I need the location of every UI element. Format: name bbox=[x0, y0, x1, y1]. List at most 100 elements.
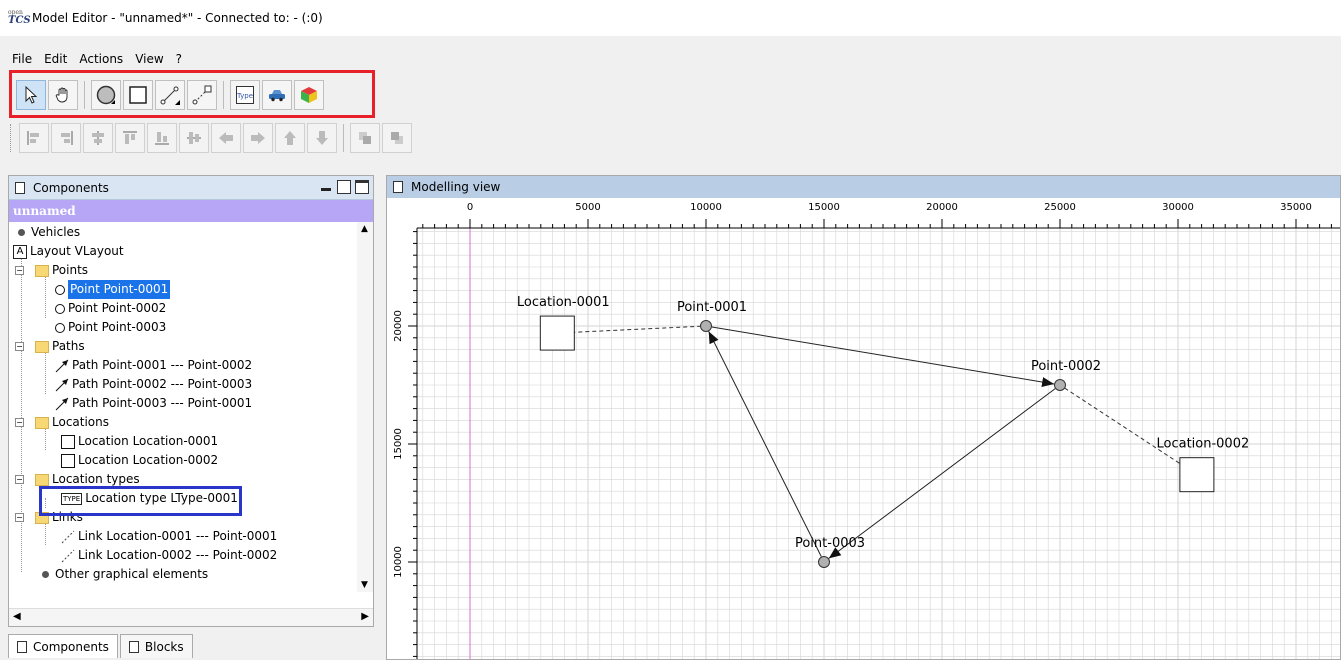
location-label: Location-0002 bbox=[1156, 437, 1249, 452]
collapse-icon[interactable]: − bbox=[15, 513, 24, 522]
title-bar: open TCS Model Editor - "unnamed*" - Conn… bbox=[0, 0, 1341, 36]
path-arrow-icon bbox=[55, 378, 69, 391]
sheet-icon bbox=[393, 181, 403, 193]
path-arrow-icon bbox=[55, 397, 69, 410]
location-square bbox=[539, 315, 575, 351]
folder-icon bbox=[35, 416, 49, 429]
folder-icon bbox=[35, 340, 49, 353]
app-logo: open TCS bbox=[8, 9, 31, 26]
menu-bar: File Edit Actions View ? bbox=[0, 50, 189, 68]
align-center-horizontal-icon bbox=[187, 132, 201, 144]
align-top-icon bbox=[123, 131, 137, 144]
point-label: Point-0002 bbox=[1031, 359, 1101, 374]
arrow-right-icon bbox=[251, 132, 265, 144]
panel-tabs: Components Blocks bbox=[8, 634, 193, 658]
drawing-canvas-area[interactable]: 0 5000 10000 15000 20000 25000 30000 35000 20000… bbox=[387, 198, 1341, 660]
tree-other-elements[interactable]: Other graphical elements bbox=[39, 565, 208, 584]
send-to-back-button[interactable] bbox=[382, 123, 412, 153]
point-label: Point-0003 bbox=[795, 536, 865, 551]
tab-components[interactable]: Components bbox=[8, 634, 118, 658]
minimize-panel-button[interactable] bbox=[319, 180, 333, 194]
arrow-down-icon bbox=[316, 131, 328, 145]
tab-blocks[interactable]: Blocks bbox=[119, 634, 193, 658]
tree-paths-folder[interactable]: − Paths bbox=[15, 337, 85, 356]
model-name-bar: unnamed bbox=[9, 200, 373, 222]
x-tick-label: 25000 bbox=[1044, 202, 1076, 213]
tree-horizontal-scrollbar[interactable]: ◀ ▶ bbox=[9, 608, 373, 626]
layout-icon: A bbox=[13, 244, 27, 259]
point-node bbox=[1054, 379, 1066, 391]
tree-vehicles[interactable]: Vehicles bbox=[15, 223, 80, 242]
selected-tree-item[interactable]: Point Point-0001 bbox=[68, 280, 171, 299]
tree-link-item[interactable]: Link Location-0001 --- Point-0001 bbox=[61, 527, 277, 546]
align-bottom-button[interactable] bbox=[147, 123, 177, 153]
align-center-horizontal-button[interactable] bbox=[179, 123, 209, 153]
move-left-button[interactable] bbox=[211, 123, 241, 153]
move-down-button[interactable] bbox=[307, 123, 337, 153]
tree-layout[interactable]: A Layout VLayout bbox=[13, 242, 124, 261]
align-top-button[interactable] bbox=[115, 123, 145, 153]
bring-to-front-button[interactable] bbox=[350, 123, 380, 153]
align-right-button[interactable] bbox=[51, 123, 81, 153]
top-ruler bbox=[387, 198, 1340, 228]
folder-icon bbox=[35, 264, 49, 277]
x-tick-label: 0 bbox=[467, 202, 473, 213]
tree-path-item[interactable]: Path Point-0001 --- Point-0002 bbox=[55, 356, 252, 375]
scroll-up-icon[interactable]: ▲ bbox=[361, 224, 368, 234]
menu-view[interactable]: View bbox=[129, 50, 169, 68]
location-icon bbox=[61, 453, 75, 468]
tree-point-item[interactable]: Point Point-0002 bbox=[55, 299, 166, 318]
menu-actions[interactable]: Actions bbox=[73, 50, 129, 68]
align-center-vertical-button[interactable] bbox=[83, 123, 113, 153]
components-panel-title: Components bbox=[33, 180, 109, 195]
modelling-view-title: Modelling view bbox=[411, 180, 501, 194]
sheet-icon bbox=[128, 640, 139, 653]
bullet-icon bbox=[42, 571, 49, 578]
tree-path-item[interactable]: Path Point-0003 --- Point-0001 bbox=[55, 394, 252, 413]
component-tree: Vehicles A Layout VLayout − Points Point P… bbox=[9, 222, 373, 602]
sheet-icon bbox=[17, 640, 27, 653]
menu-edit[interactable]: Edit bbox=[38, 50, 73, 68]
point-label: Point-0001 bbox=[677, 300, 747, 315]
modelling-view: Modelling view 0 5000 10000 15000 20000 25000… bbox=[386, 175, 1341, 660]
tree-location-item[interactable]: Location Location-0001 bbox=[61, 432, 218, 451]
link-line bbox=[557, 325, 707, 334]
scroll-left-icon[interactable]: ◀ bbox=[13, 611, 21, 622]
tree-points-folder[interactable]: − Points bbox=[15, 261, 88, 280]
tree-link-item[interactable]: Link Location-0002 --- Point-0002 bbox=[61, 546, 277, 565]
collapse-icon[interactable]: − bbox=[15, 266, 24, 275]
modelling-view-header: Modelling view bbox=[387, 176, 1340, 198]
tree-vertical-scrollbar[interactable]: ▲ ▼ bbox=[357, 222, 373, 592]
move-up-button[interactable] bbox=[275, 123, 305, 153]
point-node bbox=[818, 556, 830, 568]
menu-file[interactable]: File bbox=[6, 50, 38, 68]
tree-locations-folder[interactable]: − Locations bbox=[15, 413, 109, 432]
tree-location-item[interactable]: Location Location-0002 bbox=[61, 451, 218, 470]
x-tick-label: 15000 bbox=[808, 202, 840, 213]
location-icon bbox=[61, 434, 75, 449]
x-tick-label: 10000 bbox=[690, 202, 722, 213]
menu-help[interactable]: ? bbox=[170, 50, 188, 68]
model-canvas[interactable]: 0 5000 10000 15000 20000 25000 30000 35000 20000… bbox=[387, 198, 1341, 660]
y-tick-label: 15000 bbox=[393, 428, 404, 460]
collapse-icon[interactable]: − bbox=[15, 342, 24, 351]
move-right-button[interactable] bbox=[243, 123, 273, 153]
maximize-panel-button[interactable] bbox=[355, 180, 369, 194]
scroll-right-icon[interactable]: ▶ bbox=[361, 611, 369, 622]
tree-path-item[interactable]: Path Point-0002 --- Point-0003 bbox=[55, 375, 252, 394]
x-tick-label: 20000 bbox=[926, 202, 958, 213]
window-title: Model Editor - "unnamed*" - Connected to… bbox=[32, 11, 323, 25]
toolbar-grip[interactable] bbox=[10, 124, 13, 152]
undock-panel-button[interactable] bbox=[337, 180, 351, 194]
collapse-icon[interactable]: − bbox=[15, 418, 24, 427]
scroll-down-icon[interactable]: ▼ bbox=[361, 580, 368, 590]
align-left-button[interactable] bbox=[19, 123, 49, 153]
app-window: open TCS Model Editor - "unnamed*" - Conn… bbox=[0, 0, 1341, 660]
point-icon bbox=[55, 303, 65, 314]
location-square bbox=[1179, 457, 1215, 493]
tree-point-item[interactable]: Point Point-0003 bbox=[55, 318, 166, 337]
link-dashed-icon bbox=[61, 549, 75, 562]
toolbar-highlight-box bbox=[9, 70, 375, 118]
tree-point-item[interactable]: Point Point-0001 bbox=[55, 280, 171, 299]
collapse-icon[interactable]: − bbox=[15, 475, 24, 484]
